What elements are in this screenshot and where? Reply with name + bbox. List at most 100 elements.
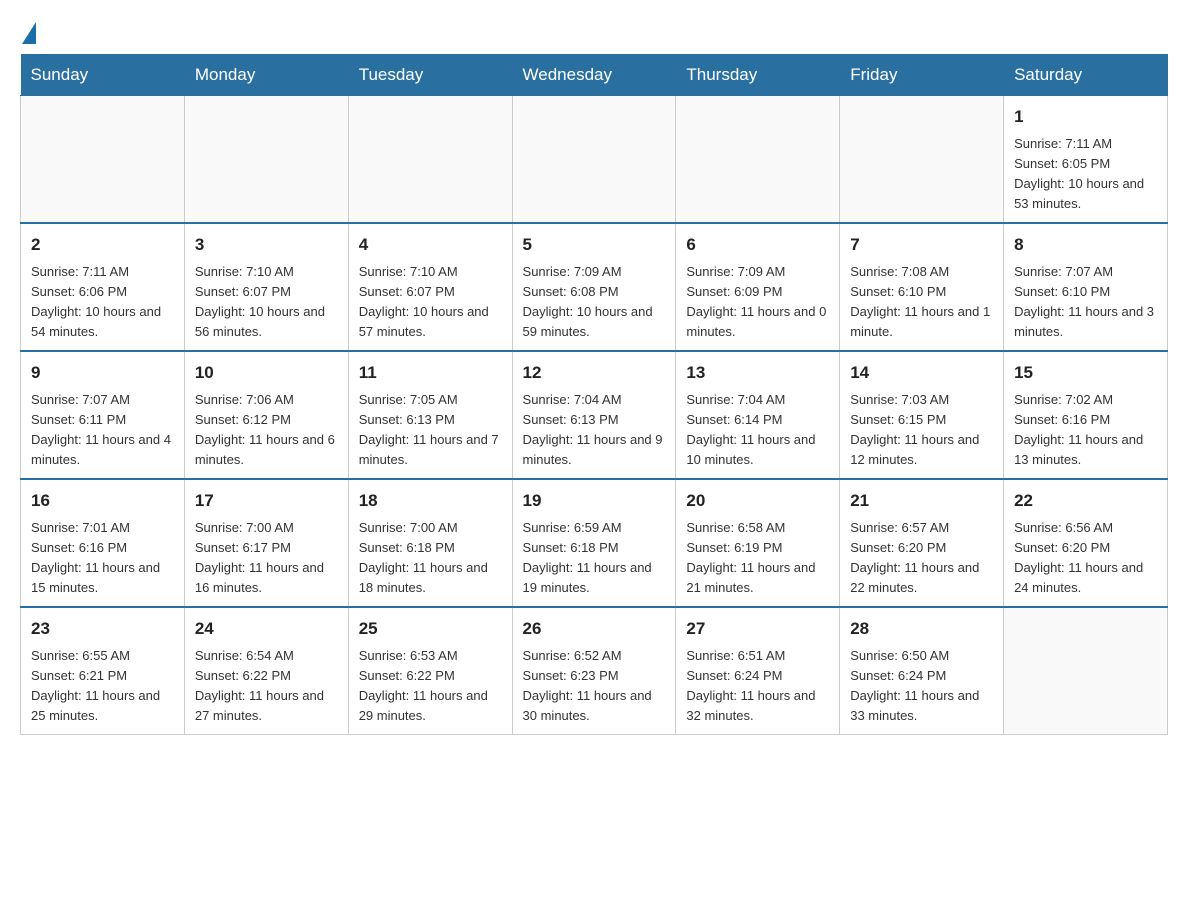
day-number: 24 (195, 616, 338, 642)
logo-triangle-icon (22, 22, 36, 44)
calendar-cell (1004, 607, 1168, 735)
calendar-cell: 17 Sunrise: 7:00 AM Sunset: 6:17 PM Dayli… (184, 479, 348, 607)
calendar-cell: 19 Sunrise: 6:59 AM Sunset: 6:18 PM Dayli… (512, 479, 676, 607)
day-number: 9 (31, 360, 174, 386)
day-info: Sunrise: 6:57 AM Sunset: 6:20 PM Dayligh… (850, 520, 979, 595)
day-number: 6 (686, 232, 829, 258)
calendar-cell: 4 Sunrise: 7:10 AM Sunset: 6:07 PM Daylig… (348, 223, 512, 351)
logo (20, 20, 36, 44)
day-info: Sunrise: 7:10 AM Sunset: 6:07 PM Dayligh… (359, 264, 489, 339)
calendar-header-row: SundayMondayTuesdayWednesdayThursdayFrid… (21, 55, 1168, 96)
day-number: 7 (850, 232, 993, 258)
day-info: Sunrise: 6:51 AM Sunset: 6:24 PM Dayligh… (686, 648, 815, 723)
col-header-wednesday: Wednesday (512, 55, 676, 96)
calendar-cell: 2 Sunrise: 7:11 AM Sunset: 6:06 PM Daylig… (21, 223, 185, 351)
day-info: Sunrise: 7:05 AM Sunset: 6:13 PM Dayligh… (359, 392, 499, 467)
day-number: 21 (850, 488, 993, 514)
calendar-cell: 1 Sunrise: 7:11 AM Sunset: 6:05 PM Daylig… (1004, 96, 1168, 224)
calendar-week-1: 1 Sunrise: 7:11 AM Sunset: 6:05 PM Daylig… (21, 96, 1168, 224)
calendar-cell (512, 96, 676, 224)
calendar-cell (840, 96, 1004, 224)
calendar-cell: 10Sunrise: 7:06 AM Sunset: 6:12 PM Dayli… (184, 351, 348, 479)
calendar-cell (21, 96, 185, 224)
day-number: 11 (359, 360, 502, 386)
calendar-week-2: 2 Sunrise: 7:11 AM Sunset: 6:06 PM Daylig… (21, 223, 1168, 351)
calendar-cell: 16 Sunrise: 7:01 AM Sunset: 6:16 PM Dayli… (21, 479, 185, 607)
calendar-cell: 18Sunrise: 7:00 AM Sunset: 6:18 PM Dayli… (348, 479, 512, 607)
calendar-cell: 8 Sunrise: 7:07 AM Sunset: 6:10 PM Daylig… (1004, 223, 1168, 351)
day-number: 18 (359, 488, 502, 514)
day-info: Sunrise: 6:54 AM Sunset: 6:22 PM Dayligh… (195, 648, 324, 723)
col-header-thursday: Thursday (676, 55, 840, 96)
calendar-cell: 12Sunrise: 7:04 AM Sunset: 6:13 PM Dayli… (512, 351, 676, 479)
calendar-cell: 25 Sunrise: 6:53 AM Sunset: 6:22 PM Dayli… (348, 607, 512, 735)
calendar-cell: 14 Sunrise: 7:03 AM Sunset: 6:15 PM Dayli… (840, 351, 1004, 479)
day-number: 15 (1014, 360, 1157, 386)
day-info: Sunrise: 7:07 AM Sunset: 6:11 PM Dayligh… (31, 392, 171, 467)
calendar-cell: 26 Sunrise: 6:52 AM Sunset: 6:23 PM Dayli… (512, 607, 676, 735)
day-info: Sunrise: 7:04 AM Sunset: 6:14 PM Dayligh… (686, 392, 815, 467)
col-header-friday: Friday (840, 55, 1004, 96)
day-info: Sunrise: 7:11 AM Sunset: 6:05 PM Dayligh… (1014, 136, 1144, 211)
day-number: 8 (1014, 232, 1157, 258)
day-number: 25 (359, 616, 502, 642)
calendar-cell: 6 Sunrise: 7:09 AM Sunset: 6:09 PM Daylig… (676, 223, 840, 351)
day-number: 17 (195, 488, 338, 514)
calendar-cell: 22Sunrise: 6:56 AM Sunset: 6:20 PM Dayli… (1004, 479, 1168, 607)
calendar-week-3: 9 Sunrise: 7:07 AM Sunset: 6:11 PM Daylig… (21, 351, 1168, 479)
day-info: Sunrise: 7:09 AM Sunset: 6:09 PM Dayligh… (686, 264, 826, 339)
day-info: Sunrise: 7:07 AM Sunset: 6:10 PM Dayligh… (1014, 264, 1154, 339)
day-info: Sunrise: 7:10 AM Sunset: 6:07 PM Dayligh… (195, 264, 325, 339)
calendar-cell: 7 Sunrise: 7:08 AM Sunset: 6:10 PM Daylig… (840, 223, 1004, 351)
day-info: Sunrise: 6:58 AM Sunset: 6:19 PM Dayligh… (686, 520, 815, 595)
day-number: 10 (195, 360, 338, 386)
day-number: 20 (686, 488, 829, 514)
day-info: Sunrise: 6:52 AM Sunset: 6:23 PM Dayligh… (523, 648, 652, 723)
day-number: 3 (195, 232, 338, 258)
day-info: Sunrise: 6:59 AM Sunset: 6:18 PM Dayligh… (523, 520, 652, 595)
day-number: 26 (523, 616, 666, 642)
calendar-cell: 5Sunrise: 7:09 AM Sunset: 6:08 PM Daylig… (512, 223, 676, 351)
calendar-cell: 28Sunrise: 6:50 AM Sunset: 6:24 PM Dayli… (840, 607, 1004, 735)
calendar-week-5: 23Sunrise: 6:55 AM Sunset: 6:21 PM Dayli… (21, 607, 1168, 735)
calendar-cell: 20 Sunrise: 6:58 AM Sunset: 6:19 PM Dayli… (676, 479, 840, 607)
calendar-cell (184, 96, 348, 224)
calendar-cell (676, 96, 840, 224)
day-info: Sunrise: 6:56 AM Sunset: 6:20 PM Dayligh… (1014, 520, 1143, 595)
day-info: Sunrise: 7:08 AM Sunset: 6:10 PM Dayligh… (850, 264, 990, 339)
col-header-tuesday: Tuesday (348, 55, 512, 96)
calendar-cell: 13 Sunrise: 7:04 AM Sunset: 6:14 PM Dayli… (676, 351, 840, 479)
day-number: 28 (850, 616, 993, 642)
day-number: 13 (686, 360, 829, 386)
day-number: 14 (850, 360, 993, 386)
day-number: 1 (1014, 104, 1157, 130)
day-number: 5 (523, 232, 666, 258)
day-number: 27 (686, 616, 829, 642)
day-info: Sunrise: 7:01 AM Sunset: 6:16 PM Dayligh… (31, 520, 160, 595)
day-info: Sunrise: 6:53 AM Sunset: 6:22 PM Dayligh… (359, 648, 488, 723)
calendar-week-4: 16 Sunrise: 7:01 AM Sunset: 6:16 PM Dayli… (21, 479, 1168, 607)
day-info: Sunrise: 7:03 AM Sunset: 6:15 PM Dayligh… (850, 392, 979, 467)
calendar-cell (348, 96, 512, 224)
calendar-cell: 27 Sunrise: 6:51 AM Sunset: 6:24 PM Dayli… (676, 607, 840, 735)
calendar-cell: 3 Sunrise: 7:10 AM Sunset: 6:07 PM Daylig… (184, 223, 348, 351)
day-info: Sunrise: 7:02 AM Sunset: 6:16 PM Dayligh… (1014, 392, 1143, 467)
col-header-sunday: Sunday (21, 55, 185, 96)
calendar-table: SundayMondayTuesdayWednesdayThursdayFrid… (20, 54, 1168, 735)
calendar-cell: 21 Sunrise: 6:57 AM Sunset: 6:20 PM Dayli… (840, 479, 1004, 607)
day-number: 16 (31, 488, 174, 514)
calendar-cell: 9 Sunrise: 7:07 AM Sunset: 6:11 PM Daylig… (21, 351, 185, 479)
day-number: 19 (523, 488, 666, 514)
col-header-monday: Monday (184, 55, 348, 96)
calendar-cell: 24 Sunrise: 6:54 AM Sunset: 6:22 PM Dayli… (184, 607, 348, 735)
day-info: Sunrise: 7:11 AM Sunset: 6:06 PM Dayligh… (31, 264, 161, 339)
page-header (20, 20, 1168, 44)
col-header-saturday: Saturday (1004, 55, 1168, 96)
day-info: Sunrise: 6:55 AM Sunset: 6:21 PM Dayligh… (31, 648, 160, 723)
day-info: Sunrise: 7:00 AM Sunset: 6:17 PM Dayligh… (195, 520, 324, 595)
day-number: 2 (31, 232, 174, 258)
day-number: 12 (523, 360, 666, 386)
calendar-cell: 23Sunrise: 6:55 AM Sunset: 6:21 PM Dayli… (21, 607, 185, 735)
calendar-cell: 15 Sunrise: 7:02 AM Sunset: 6:16 PM Dayli… (1004, 351, 1168, 479)
day-number: 4 (359, 232, 502, 258)
